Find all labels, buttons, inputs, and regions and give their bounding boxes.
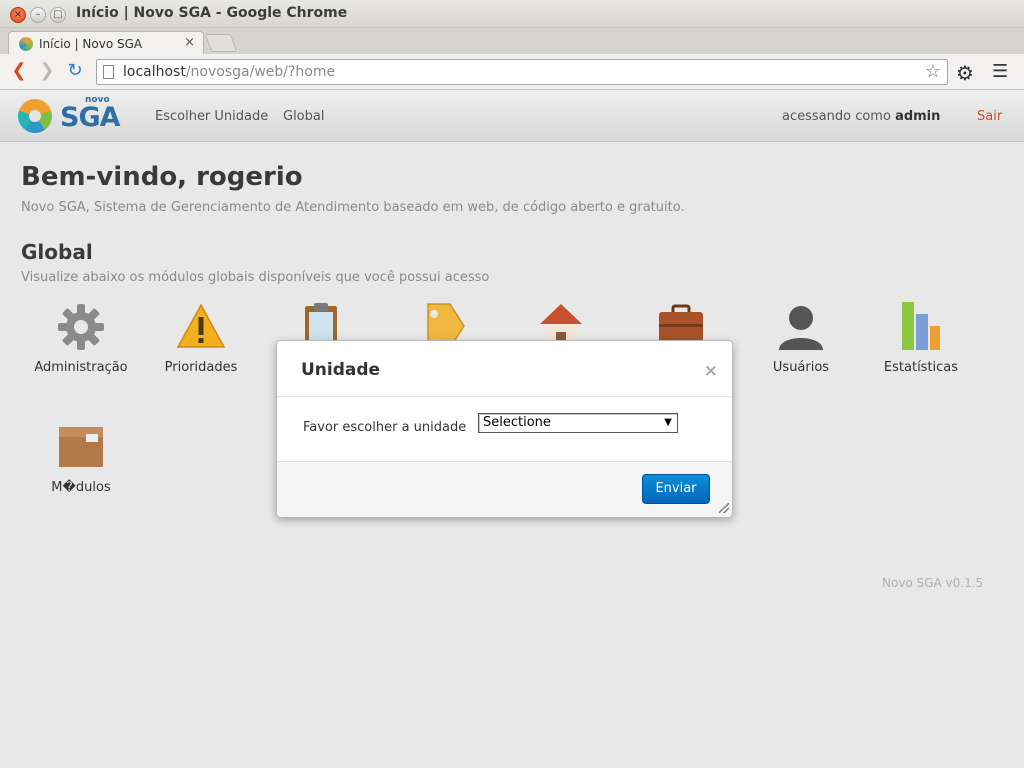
forward-button[interactable]: ❯ — [36, 60, 58, 82]
browser-tab[interactable]: Início | Novo SGA × — [8, 31, 204, 55]
module-estatisticas[interactable]: Estatísticas — [861, 302, 981, 375]
window-controls: × – □ — [10, 7, 66, 23]
module-label: Prioridades — [164, 360, 238, 375]
gear-icon — [56, 302, 106, 352]
tab-title: Início | Novo SGA — [39, 37, 143, 51]
modal-title: Unidade — [301, 360, 381, 380]
browser-toolbar: ❮ ❯ ↻ localhost/novosga/web/?home ☆ — [0, 54, 1024, 90]
resize-handle-icon[interactable] — [719, 503, 729, 513]
user-icon — [776, 302, 826, 352]
url-text[interactable]: localhost/novosga/web/?home — [123, 64, 335, 80]
module-label: M�dulos — [51, 480, 111, 495]
warning-icon — [176, 302, 226, 352]
novo-sga-logo[interactable]: novo SGA — [18, 95, 121, 136]
module-label: Administração — [34, 360, 128, 375]
user-prefix: acessando como — [782, 109, 891, 124]
enviar-button[interactable]: Enviar — [642, 474, 710, 504]
back-button[interactable]: ❮ — [8, 60, 30, 82]
unidade-field-label: Favor escolher a unidade — [303, 420, 467, 435]
new-tab-button[interactable] — [204, 34, 238, 52]
module-label: Estatísticas — [883, 360, 959, 375]
minimize-window-button[interactable]: – — [30, 7, 46, 23]
page-icon — [103, 65, 114, 79]
module-administracao[interactable]: Administração — [21, 302, 141, 375]
dropdown-arrow-icon: ▼ — [664, 417, 672, 428]
module-usuarios[interactable]: Usuários — [741, 302, 861, 375]
package-icon — [56, 422, 106, 472]
bookmark-star-icon[interactable]: ☆ — [925, 61, 941, 82]
user-name: admin — [895, 109, 941, 124]
chrome-menu-icon[interactable]: ☰ — [992, 61, 1008, 82]
unidade-select[interactable]: Selectione ▼ — [478, 413, 678, 433]
version-text: Novo SGA v0.1.5 — [882, 576, 984, 590]
modal-footer: Enviar — [277, 461, 732, 517]
modal-close-icon[interactable]: × — [704, 361, 718, 381]
page-subtitle: Novo SGA, Sistema de Gerenciamento de At… — [21, 200, 685, 215]
tab-close-button[interactable]: × — [184, 35, 195, 50]
reload-button[interactable]: ↻ — [64, 60, 86, 82]
address-bar[interactable]: localhost/novosga/web/?home ☆ — [96, 59, 948, 85]
window-titlebar: × – □ Início | Novo SGA - Google Chrome — [0, 0, 1024, 28]
user-info: acessando como admin — [782, 109, 940, 124]
tab-strip: Início | Novo SGA × — [0, 28, 1024, 55]
unidade-modal: Unidade × Favor escolher a unidade Selec… — [276, 340, 733, 517]
modal-body: Favor escolher a unidade Selectione ▼ — [277, 397, 732, 461]
module-modulos[interactable]: M�dulos — [21, 422, 141, 495]
close-window-button[interactable]: × — [10, 7, 26, 23]
window-title: Início | Novo SGA - Google Chrome — [76, 5, 348, 21]
favicon-icon — [19, 37, 33, 51]
nav-global[interactable]: Global — [283, 109, 324, 124]
maximize-window-button[interactable]: □ — [50, 7, 66, 23]
url-path: /novosga/web/?home — [185, 64, 336, 80]
module-prioridades[interactable]: Prioridades — [141, 302, 261, 375]
url-host: localhost — [123, 64, 186, 80]
select-value: Selectione — [483, 415, 551, 430]
section-title: Global — [21, 240, 93, 264]
modal-header: Unidade × — [277, 341, 732, 397]
nav-escolher-unidade[interactable]: Escolher Unidade — [155, 109, 268, 124]
app-navbar: novo SGA Escolher Unidade Global acessan… — [0, 90, 1024, 142]
logo-mark-icon — [18, 99, 52, 133]
module-label: Usuários — [772, 360, 830, 375]
logout-link[interactable]: Sair — [977, 109, 1002, 124]
page-title: Bem-vindo, rogerio — [21, 162, 303, 192]
bar-chart-icon — [896, 302, 946, 352]
section-subtitle: Visualize abaixo os módulos globais disp… — [21, 270, 490, 285]
logo-sga-text: SGA — [60, 102, 121, 133]
settings-gear-icon[interactable]: ⚙ — [956, 61, 974, 85]
